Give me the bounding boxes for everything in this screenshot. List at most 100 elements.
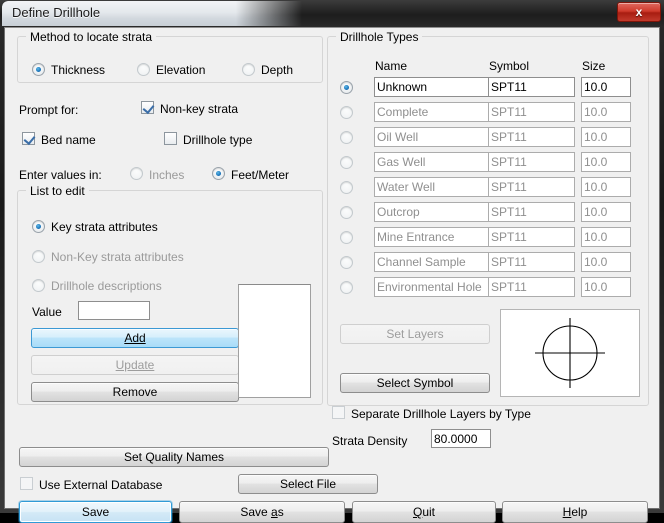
drillhole-type-symbol-input-5[interactable] (488, 202, 575, 222)
column-header-name: Name (375, 59, 408, 73)
set-quality-names-label: Set Quality Names (123, 450, 225, 464)
checkbox-bed-name[interactable] (22, 132, 35, 145)
save-as-button-label: Save as (240, 505, 284, 519)
drillhole-type-name-input-7[interactable] (374, 252, 490, 272)
quit-button[interactable]: Quit (352, 501, 496, 523)
checkbox-drillhole-type[interactable] (164, 132, 177, 145)
label-use-external-database: Use External Database (39, 478, 163, 492)
radio-unit-inches[interactable] (130, 167, 143, 180)
value-input[interactable] (78, 301, 150, 320)
radio-non-key-strata-attributes[interactable] (32, 250, 45, 263)
label-key-strata-attributes: Key strata attributes (51, 220, 158, 234)
method-to-locate-strata-group: Method to locate strata Thickness Elevat… (17, 30, 323, 83)
list-to-edit-legend: List to edit (26, 184, 89, 198)
set-layers-button[interactable]: Set Layers (340, 324, 490, 344)
label-drillhole-descriptions: Drillhole descriptions (51, 279, 162, 293)
drillhole-types-legend: Drillhole Types (336, 30, 423, 44)
drillhole-type-symbol-input-2[interactable] (488, 127, 575, 147)
drillhole-type-size-input-0[interactable] (581, 77, 631, 97)
help-button[interactable]: Help (502, 501, 648, 523)
radio-method-thickness[interactable] (32, 63, 45, 76)
strata-density-label: Strata Density (332, 434, 408, 448)
label-method-elevation: Elevation (156, 63, 206, 77)
label-separate-drillhole-layers: Separate Drillhole Layers by Type (351, 407, 531, 421)
remove-button[interactable]: Remove (31, 382, 239, 402)
window-title: Define Drillhole (12, 5, 101, 20)
edit-listbox[interactable] (238, 284, 311, 398)
radio-drillhole-type-4[interactable] (340, 181, 353, 194)
prompt-for-label: Prompt for: (19, 103, 79, 117)
update-button[interactable]: Update (31, 355, 239, 375)
drillhole-type-name-input-2[interactable] (374, 127, 490, 147)
select-file-label: Select File (279, 477, 337, 491)
radio-drillhole-descriptions[interactable] (32, 279, 45, 292)
radio-drillhole-type-3[interactable] (340, 156, 353, 169)
radio-method-elevation[interactable] (137, 63, 150, 76)
drillhole-type-symbol-input-3[interactable] (488, 152, 575, 172)
add-button[interactable]: Add (31, 328, 239, 348)
drillhole-type-symbol-input-7[interactable] (488, 252, 575, 272)
label-non-key-strata-attributes: Non-Key strata attributes (51, 250, 184, 264)
drillhole-type-symbol-input-8[interactable] (488, 277, 575, 297)
drillhole-type-size-input-7[interactable] (581, 252, 631, 272)
drillhole-type-size-input-3[interactable] (581, 152, 631, 172)
drillhole-type-size-input-1[interactable] (581, 102, 631, 122)
drillhole-type-size-input-2[interactable] (581, 127, 631, 147)
remove-button-label: Remove (112, 385, 158, 399)
enter-values-in-label: Enter values in: (19, 168, 102, 182)
select-symbol-button[interactable]: Select Symbol (340, 373, 490, 393)
checkbox-non-key-strata[interactable] (141, 101, 154, 114)
drillhole-type-name-input-3[interactable] (374, 152, 490, 172)
label-unit-feet-meter: Feet/Meter (231, 168, 290, 182)
value-label: Value (32, 305, 62, 319)
column-header-size: Size (582, 59, 606, 73)
drillhole-type-name-input-6[interactable] (374, 227, 490, 247)
label-drillhole-type: Drillhole type (183, 133, 253, 147)
radio-drillhole-type-0[interactable] (340, 81, 353, 94)
set-quality-names-button[interactable]: Set Quality Names (19, 447, 329, 467)
radio-drillhole-type-7[interactable] (340, 256, 353, 269)
select-file-button[interactable]: Select File (238, 474, 378, 494)
radio-drillhole-type-5[interactable] (340, 206, 353, 219)
radio-key-strata-attributes[interactable] (32, 220, 45, 233)
radio-method-depth[interactable] (242, 63, 255, 76)
drillhole-type-symbol-input-1[interactable] (488, 102, 575, 122)
drillhole-type-size-input-4[interactable] (581, 177, 631, 197)
save-button[interactable]: Save (19, 501, 172, 523)
radio-drillhole-type-6[interactable] (340, 231, 353, 244)
set-layers-label: Set Layers (386, 327, 444, 341)
drillhole-type-symbol-input-4[interactable] (488, 177, 575, 197)
label-unit-inches: Inches (149, 168, 185, 182)
radio-unit-feet-meter[interactable] (212, 167, 225, 180)
drillhole-type-name-input-0[interactable] (374, 77, 490, 97)
close-button[interactable]: x (617, 2, 661, 22)
radio-drillhole-type-2[interactable] (340, 131, 353, 144)
drillhole-type-name-input-5[interactable] (374, 202, 490, 222)
drillhole-type-name-input-1[interactable] (374, 102, 490, 122)
method-group-legend: Method to locate strata (26, 30, 157, 44)
close-icon: x (635, 5, 643, 19)
label-method-depth: Depth (261, 63, 294, 77)
drillhole-type-symbol-input-0[interactable] (488, 77, 575, 97)
titlebar: Define Drillhole x (0, 0, 664, 27)
drillhole-type-name-input-4[interactable] (374, 177, 490, 197)
strata-density-input[interactable] (431, 429, 491, 448)
radio-drillhole-type-1[interactable] (340, 106, 353, 119)
drillhole-type-size-input-8[interactable] (581, 277, 631, 297)
drillhole-type-size-input-5[interactable] (581, 202, 631, 222)
radio-drillhole-type-8[interactable] (340, 281, 353, 294)
drillhole-type-symbol-input-6[interactable] (488, 227, 575, 247)
drillhole-types-group: Drillhole Types Name Symbol Size Set Lay… (327, 30, 649, 406)
add-button-label: Add (124, 331, 146, 345)
help-button-label: Help (562, 505, 588, 519)
drillhole-type-size-input-6[interactable] (581, 227, 631, 247)
dialog-client-area: Method to locate strata Thickness Elevat… (4, 27, 660, 523)
symbol-preview (500, 309, 640, 397)
dialog-window: Define Drillhole x Method to locate stra… (0, 0, 664, 523)
list-to-edit-group: List to edit Key strata attributes Non-K… (17, 184, 323, 405)
checkbox-use-external-database[interactable] (20, 477, 33, 490)
drillhole-type-name-input-8[interactable] (374, 277, 490, 297)
update-button-label: Update (115, 358, 155, 372)
checkbox-separate-drillhole-layers[interactable] (332, 406, 345, 419)
save-as-button[interactable]: Save as (179, 501, 345, 523)
